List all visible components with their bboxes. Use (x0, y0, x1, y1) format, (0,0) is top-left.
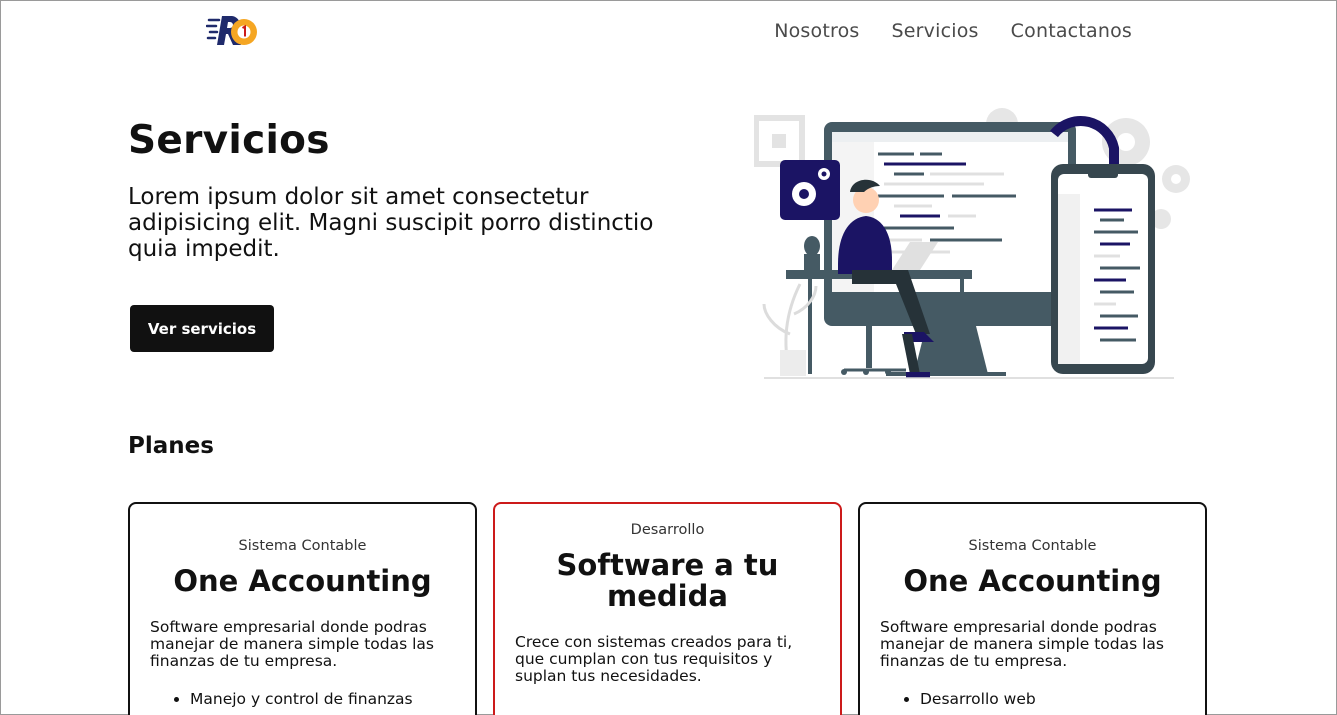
plan-feature: Desarrollo web (920, 690, 1205, 708)
page-title: Servicios (128, 118, 330, 163)
nav-servicios[interactable]: Servicios (892, 20, 979, 42)
plans-heading: Planes (128, 433, 214, 459)
plan-description: Crece con sistemas creados para ti, que … (515, 633, 793, 685)
plan-card-one-accounting[interactable]: Sistema Contable One Accounting Software… (128, 502, 477, 715)
plan-category: Sistema Contable (968, 538, 1097, 554)
ver-servicios-button[interactable]: Ver servicios (130, 305, 274, 352)
plan-feature: Manejo y control de finanzas (190, 690, 475, 708)
plan-description: Software empresarial donde podras maneja… (880, 618, 1164, 670)
plan-card-one-accounting-2[interactable]: Sistema Contable One Accounting Software… (858, 502, 1207, 715)
hero-description: Lorem ipsum dolor sit amet consectetur a… (128, 184, 654, 262)
plan-features: Desarrollo web (920, 690, 1205, 708)
logo[interactable] (206, 12, 260, 50)
plan-category: Desarrollo (630, 522, 705, 538)
developer-illustration (754, 108, 1190, 379)
nav-nosotros[interactable]: Nosotros (774, 20, 859, 42)
plan-title: One Accounting (173, 564, 432, 598)
plan-description: Software empresarial donde podras maneja… (150, 618, 434, 670)
plan-features: Manejo y control de finanzas (190, 690, 475, 708)
plan-category: Sistema Contable (238, 538, 367, 554)
plan-card-software-a-tu-medida[interactable]: Desarrollo Software a tu medida Crece co… (493, 502, 842, 715)
plan-title: One Accounting (903, 564, 1162, 598)
nav-contactanos[interactable]: Contactanos (1011, 20, 1132, 42)
plan-title: Software a tu medida (556, 548, 779, 613)
main-nav: Nosotros Servicios Contactanos (774, 20, 1132, 42)
